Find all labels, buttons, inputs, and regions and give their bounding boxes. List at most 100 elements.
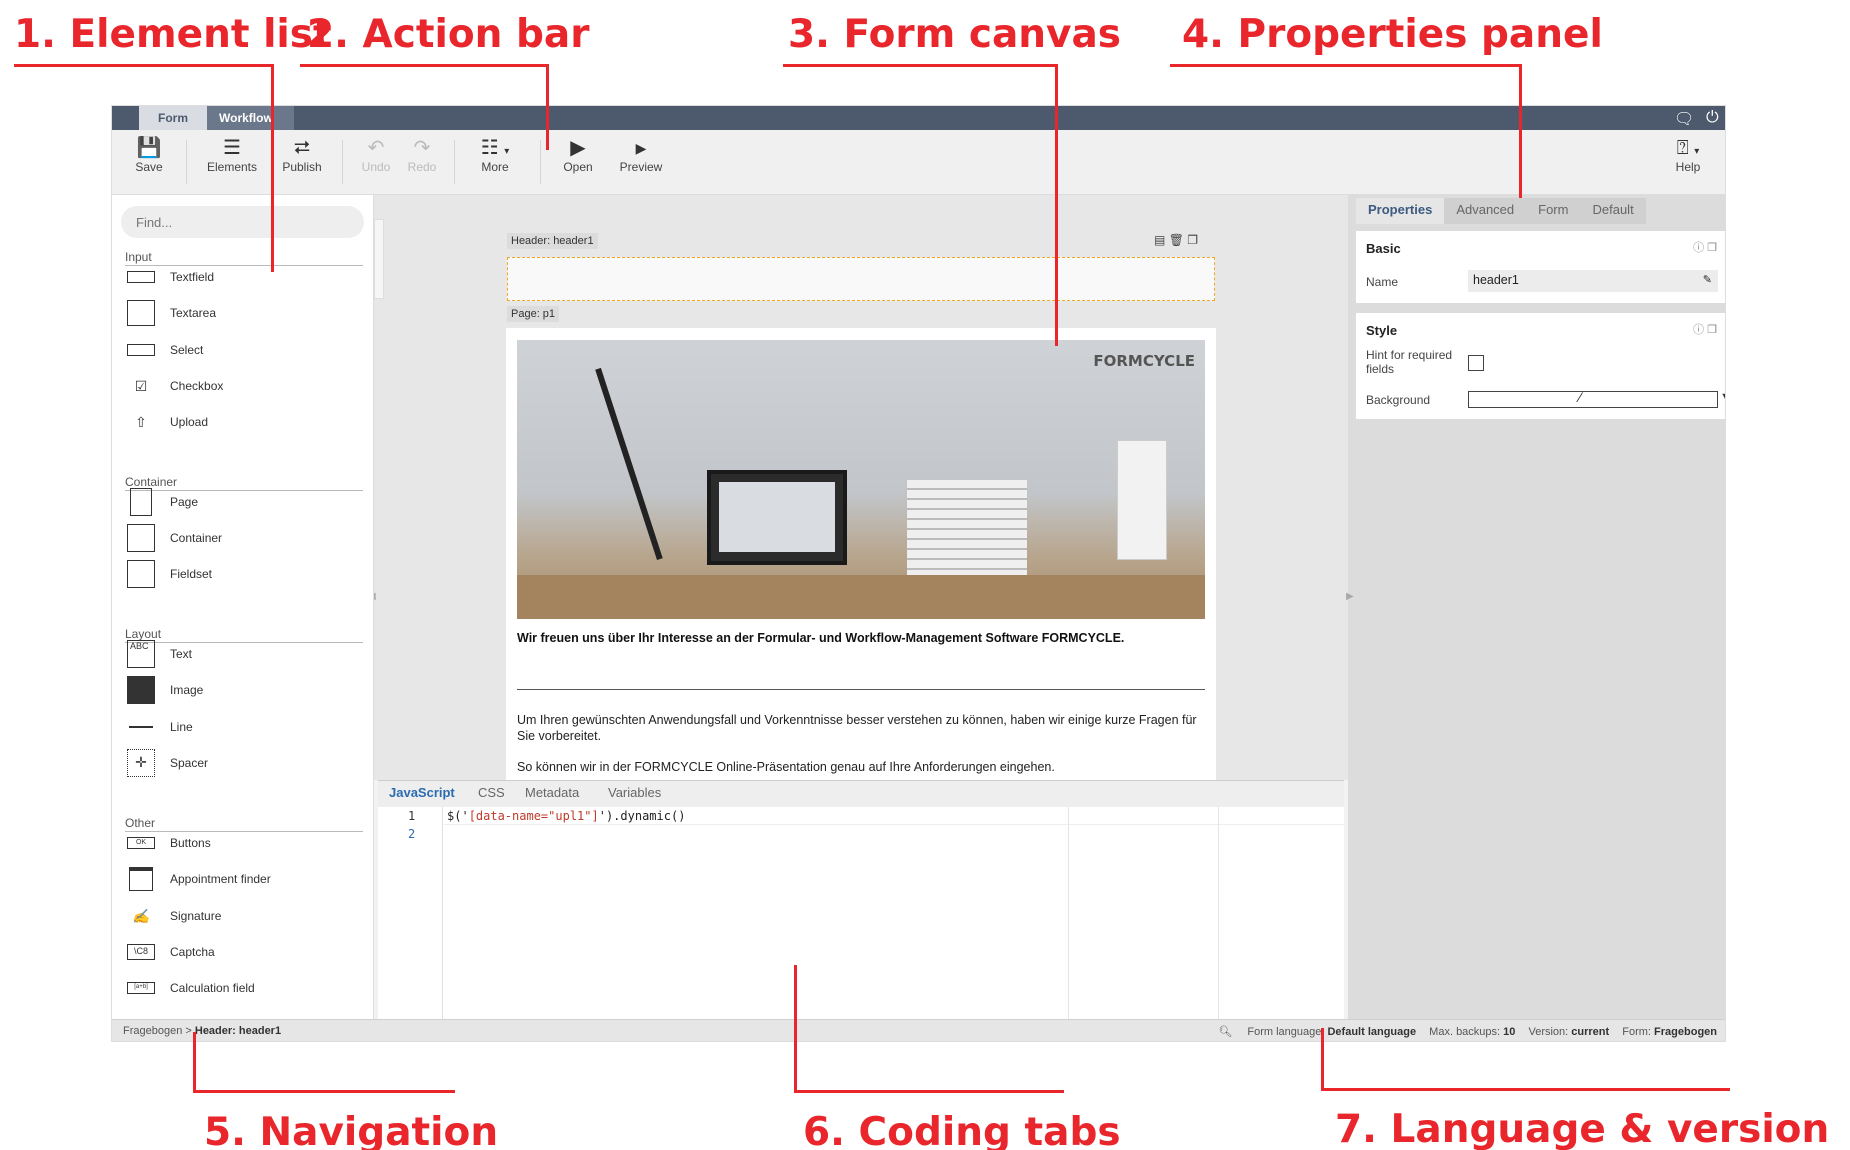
- open-button[interactable]: ▶︎ Open: [548, 136, 608, 174]
- trash-icon[interactable]: 🗑: [1169, 233, 1184, 247]
- element-image[interactable]: Image: [126, 674, 203, 706]
- hint-label: Hint for required fields: [1366, 348, 1453, 376]
- callout-navigation: 5. Navigation: [204, 1110, 499, 1150]
- element-select[interactable]: Select: [126, 334, 203, 366]
- element-line[interactable]: Line: [126, 711, 193, 743]
- layout-icon[interactable]: ▤: [1154, 233, 1165, 247]
- version-value[interactable]: current: [1571, 1026, 1609, 1038]
- side-tab[interactable]: [374, 219, 384, 299]
- text-icon: ABC: [126, 640, 156, 668]
- element-label: Fieldset: [170, 567, 213, 581]
- element-label: Signature: [170, 909, 222, 923]
- play-circle-icon: ▶︎: [570, 137, 586, 159]
- backups-value: 10: [1503, 1026, 1516, 1038]
- laptop: [707, 470, 847, 565]
- element-page[interactable]: Page: [126, 486, 198, 518]
- hint-required-checkbox[interactable]: [1468, 355, 1484, 371]
- grid-icon: ☷ ▾: [480, 137, 510, 159]
- tab-advanced[interactable]: Advanced: [1444, 198, 1526, 224]
- element-upload[interactable]: ⇧ Upload: [126, 406, 208, 438]
- list-icon: ☰: [223, 137, 241, 159]
- properties-tabs: Properties Advanced Form Default: [1356, 198, 1646, 224]
- element-label: Captcha: [170, 945, 215, 959]
- tab-workflow[interactable]: Workflow: [207, 106, 294, 130]
- search-icon[interactable]: 🔍︎: [1218, 1026, 1232, 1038]
- leader-line: [783, 64, 1058, 67]
- tab-javascript[interactable]: JavaScript: [389, 785, 455, 800]
- element-text[interactable]: ABC Text: [126, 638, 192, 670]
- tab-form-settings[interactable]: Form: [1526, 198, 1580, 224]
- header-element[interactable]: [507, 257, 1215, 301]
- element-appointment-finder[interactable]: Appointment finder: [126, 863, 271, 895]
- tab-metadata[interactable]: Metadata: [525, 785, 579, 800]
- editor-ruler: [1068, 807, 1069, 1020]
- background-color-picker[interactable]: ∕ ▼: [1468, 389, 1725, 408]
- redo-button[interactable]: ↷ Redo: [392, 136, 452, 174]
- header-chip: Header: header1: [507, 233, 598, 249]
- element-calculation-field[interactable]: [a+b] Calculation field: [126, 972, 255, 1004]
- element-container[interactable]: Container: [126, 522, 222, 554]
- publish-button[interactable]: ⮂ Publish: [272, 136, 332, 174]
- element-textarea[interactable]: Textarea: [126, 297, 216, 329]
- edit-pencil-icon[interactable]: ✎: [1703, 273, 1712, 286]
- breadcrumb-current[interactable]: Header: header1: [195, 1025, 281, 1037]
- window-icon[interactable]: ❐: [1707, 324, 1717, 336]
- name-field[interactable]: header1 ✎: [1468, 270, 1718, 292]
- collapse-left-handle[interactable]: ◀: [374, 591, 376, 602]
- element-checkbox[interactable]: ☑ Checkbox: [126, 370, 224, 402]
- element-captcha[interactable]: \C8 Captcha: [126, 936, 215, 968]
- desk: [517, 575, 1205, 619]
- element-signature[interactable]: ✍ Signature: [126, 900, 221, 932]
- toolbar-separator: [342, 140, 343, 184]
- elements-button[interactable]: ☰ Elements: [202, 136, 262, 174]
- code-editor[interactable]: $('[data-name="upl1"]').dynamic(): [447, 809, 685, 823]
- element-label: Line: [170, 720, 193, 734]
- help-small-icon[interactable]: ⓘ: [1693, 242, 1704, 254]
- copy-icon[interactable]: ❐: [1187, 233, 1198, 247]
- language-value[interactable]: Default language: [1327, 1026, 1416, 1038]
- chat-icon[interactable]: 🗨: [1674, 109, 1694, 129]
- preview-label: Preview: [619, 160, 663, 174]
- toolbar-separator: [540, 140, 541, 184]
- breadcrumb-root[interactable]: Fragebogen: [123, 1025, 182, 1037]
- textfield-icon: [126, 264, 156, 290]
- line-icon: [126, 714, 156, 740]
- help-button[interactable]: ⍰ ▾ Help: [1658, 136, 1718, 174]
- element-textfield[interactable]: Textfield: [126, 261, 214, 293]
- tab-variables[interactable]: Variables: [608, 785, 661, 800]
- form-page[interactable]: FORMCYCLE Wir freuen uns über Ihr Intere…: [506, 328, 1216, 780]
- caret-down-icon: ▾: [1694, 146, 1700, 157]
- tab-properties[interactable]: Properties: [1356, 198, 1445, 224]
- callout-action-bar: 2. Action bar: [307, 12, 590, 57]
- leader-line: [1519, 64, 1522, 198]
- select-icon: [126, 337, 156, 363]
- help-small-icon[interactable]: ⓘ: [1693, 324, 1704, 336]
- coding-tabs: JavaScript CSS Metadata Variables 1 2 $(…: [378, 780, 1344, 1020]
- more-button[interactable]: ☷ ▾ More: [460, 136, 530, 174]
- tab-form[interactable]: Form: [139, 106, 207, 130]
- collapse-right-handle[interactable]: ▶: [1346, 591, 1354, 602]
- leader-line: [794, 1090, 1064, 1093]
- calendar-icon: [126, 866, 156, 892]
- save-button[interactable]: 💾 Save: [119, 136, 179, 174]
- find-input[interactable]: [121, 206, 364, 238]
- save-label: Save: [135, 160, 163, 174]
- power-icon[interactable]: ⏻: [1706, 109, 1719, 127]
- element-buttons[interactable]: OK Buttons: [126, 827, 211, 859]
- preview-button[interactable]: ▶ Preview: [611, 136, 671, 174]
- window-icon[interactable]: ❐: [1707, 242, 1717, 254]
- leader-line: [546, 64, 549, 150]
- tab-default[interactable]: Default: [1580, 198, 1645, 224]
- annotated-screenshot: 1. Element list 2. Action bar 3. Form ca…: [0, 0, 1850, 1150]
- element-spacer[interactable]: ✛ Spacer: [126, 747, 208, 779]
- element-label: Appointment finder: [170, 872, 271, 886]
- elements-label: Elements: [206, 160, 258, 174]
- callout-language-version: 7. Language & version: [1335, 1107, 1830, 1150]
- page-icon: [126, 488, 156, 516]
- code-suffix: ').dynamic(): [598, 809, 686, 823]
- element-fieldset[interactable]: Fieldset: [126, 558, 212, 590]
- tab-css[interactable]: CSS: [478, 785, 505, 800]
- leader-line: [1321, 1028, 1324, 1090]
- caret-down-icon[interactable]: ▼: [1720, 391, 1725, 403]
- properties-panel: Properties Advanced Form Default Basic ⓘ…: [1346, 195, 1725, 1019]
